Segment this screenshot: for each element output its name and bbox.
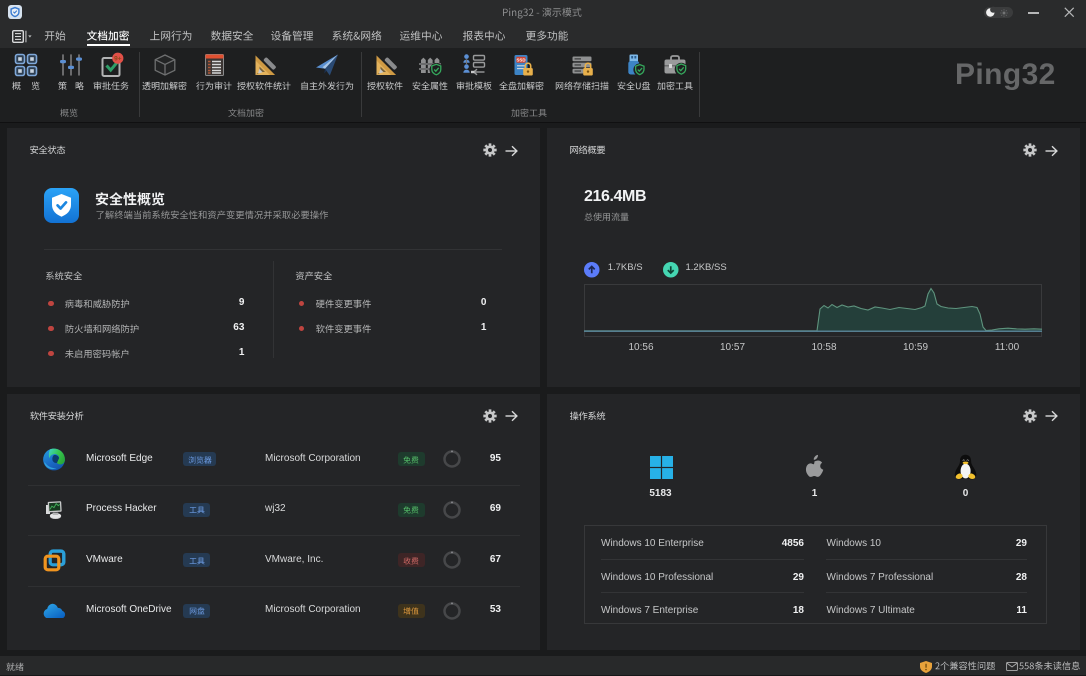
- svg-text:SSD: SSD: [516, 58, 525, 63]
- svg-text:9+: 9+: [114, 56, 122, 63]
